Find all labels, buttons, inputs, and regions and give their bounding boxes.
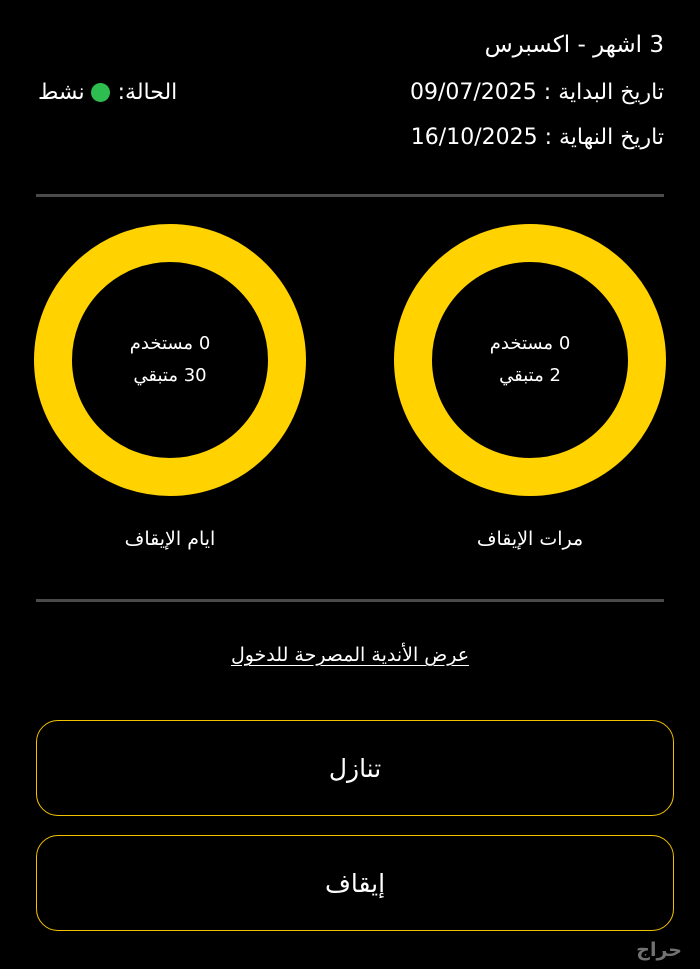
status-dot-icon [90,83,110,102]
middle-divider [36,599,664,602]
start-date: تاريخ البداية : 09/07/2025 [409,80,664,105]
top-divider [36,194,664,197]
freeze-days-used: 0 مستخدم [129,333,211,354]
status-label: الحالة: [117,80,178,105]
freeze-times-used: 0 مستخدم [489,333,571,354]
freeze-days-label: ايام الإيقاف [124,528,216,550]
status-value: نشط [38,80,85,105]
transfer-button[interactable]: تنازل [36,720,674,816]
freeze-button[interactable]: إيقاف [36,835,674,931]
freeze-times-ring: 0 مستخدم 2 متبقي [394,224,666,496]
freeze-times-label: مرات الإيقاف [476,528,584,550]
freeze-times-remaining: 2 متبقي [499,365,561,386]
allowed-clubs-link[interactable]: عرض الأندية المصرحة للدخول [0,644,700,666]
subscription-title: 3 اشهر - اكسبرس [484,32,664,58]
freeze-days-remaining: 30 متبقي [133,365,207,386]
end-date: تاريخ النهاية : 16/10/2025 [410,125,664,150]
freeze-days-ring: 0 مستخدم 30 متبقي [34,224,306,496]
status-indicator: الحالة: نشط [38,80,177,105]
haraj-watermark-logo: حراج [636,939,682,961]
